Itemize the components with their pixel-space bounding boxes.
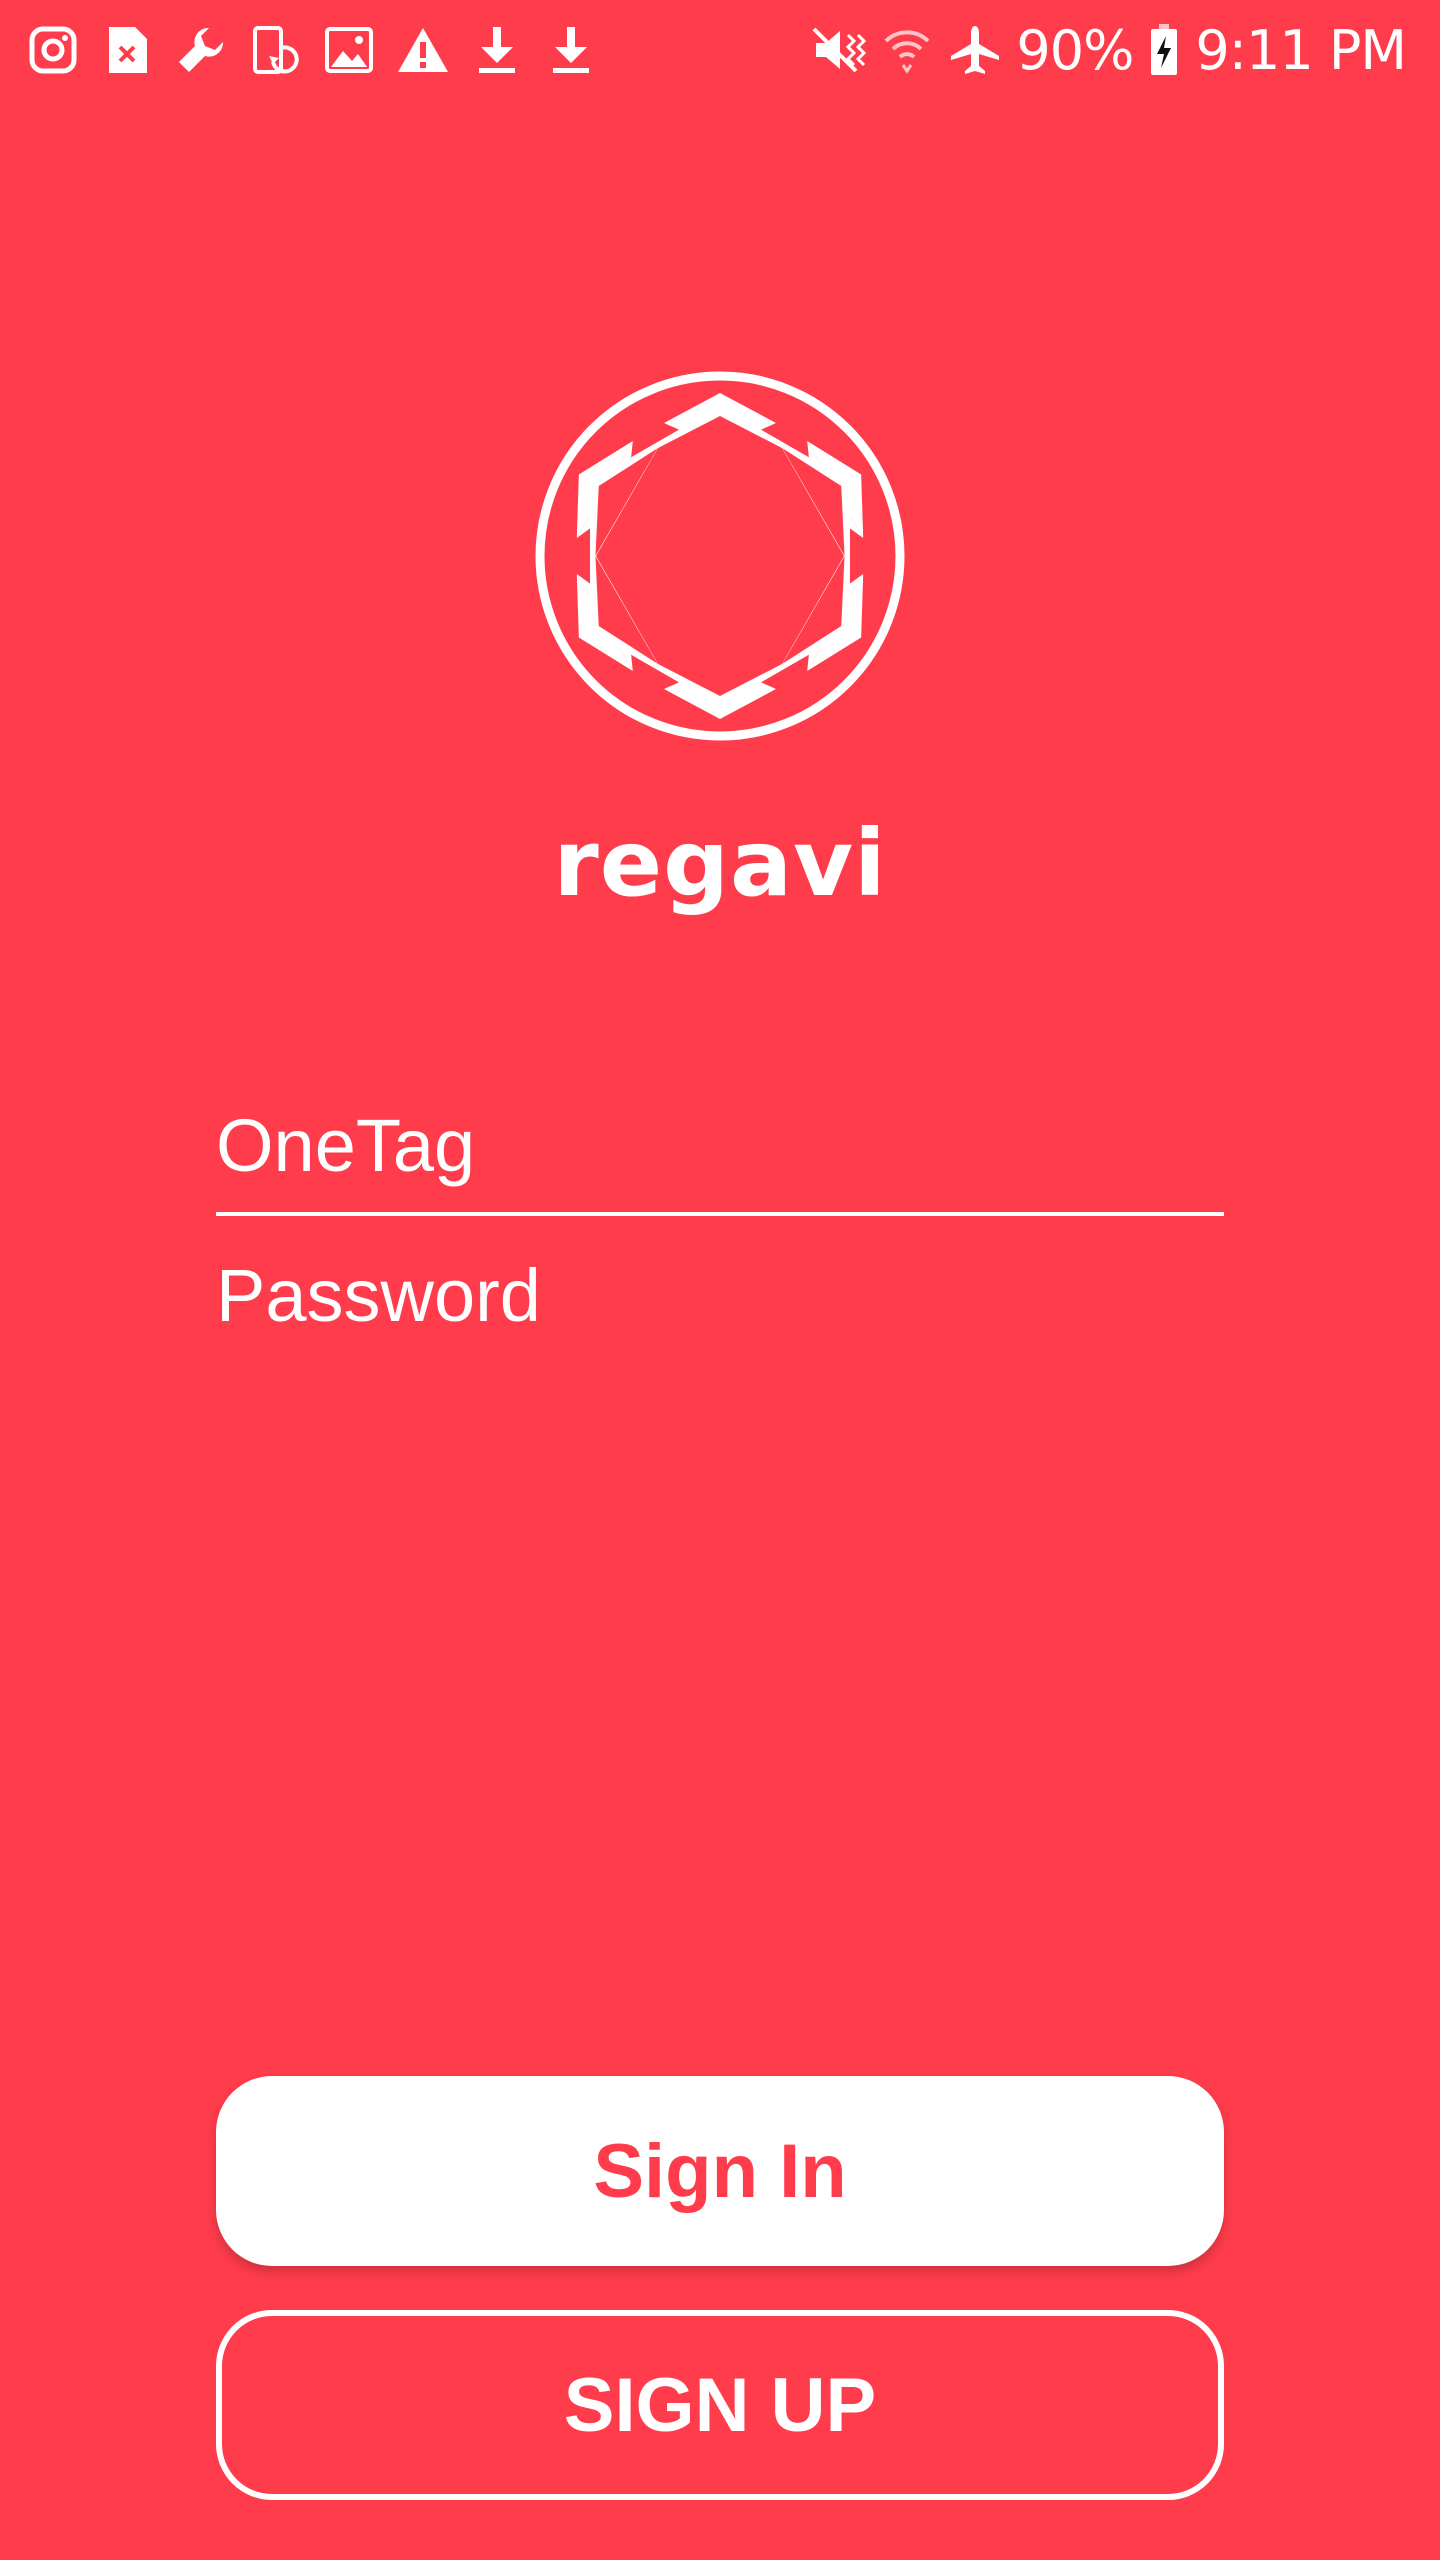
screen-rotate-icon: [248, 23, 302, 77]
clock: 9:11 PM: [1195, 18, 1407, 82]
regavi-logo-icon: [534, 370, 906, 742]
sim-error-icon: [100, 23, 154, 77]
image-icon: [322, 23, 376, 77]
wrench-icon: [174, 23, 228, 77]
warning-icon: [396, 23, 450, 77]
onetag-input[interactable]: [216, 1095, 1224, 1195]
sign-up-button[interactable]: SIGN UP: [216, 2310, 1224, 2500]
password-input[interactable]: [216, 1245, 1224, 1345]
sign-in-button[interactable]: Sign In: [216, 2076, 1224, 2266]
onetag-underline: [216, 1212, 1224, 1216]
status-bar: 90% 9:11 PM: [0, 0, 1440, 100]
app-name: regavi: [553, 810, 887, 917]
notification-icons: [26, 18, 598, 82]
airplane-icon: [948, 23, 1002, 77]
system-status: 90% 9:11 PM: [812, 18, 1407, 82]
vibrate-mute-icon: [812, 23, 867, 77]
download-icon: [470, 23, 524, 77]
wifi-icon: [880, 23, 934, 77]
battery-percent: 90%: [1016, 18, 1134, 82]
battery-charging-icon: [1147, 23, 1181, 77]
instagram-icon: [26, 23, 80, 77]
download-icon: [544, 23, 598, 77]
